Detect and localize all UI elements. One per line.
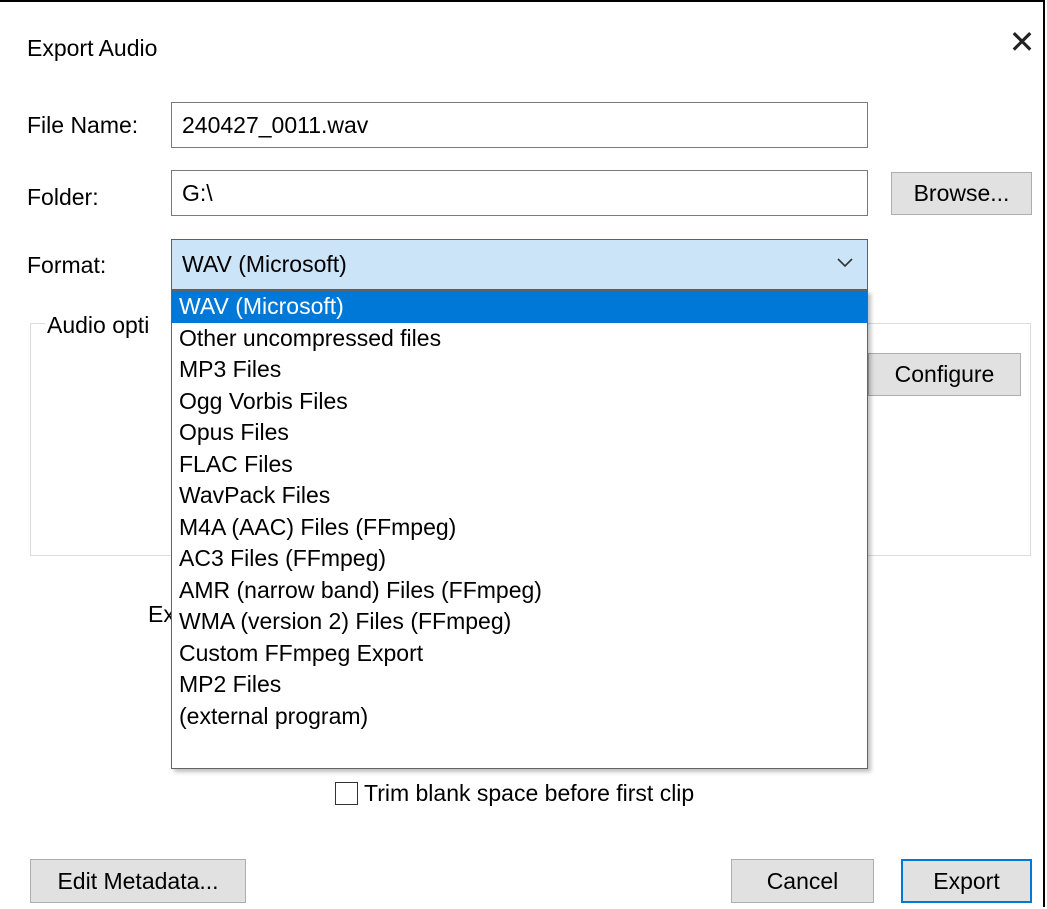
format-option[interactable]: MP3 Files — [172, 354, 867, 386]
format-option[interactable]: M4A (AAC) Files (FFmpeg) — [172, 512, 867, 544]
chevron-down-icon — [837, 258, 853, 268]
format-option[interactable]: Other uncompressed files — [172, 323, 867, 355]
configure-button[interactable]: Configure — [868, 353, 1021, 396]
format-select[interactable]: WAV (Microsoft) — [171, 239, 868, 290]
browse-button[interactable]: Browse... — [891, 172, 1032, 215]
export-button[interactable]: Export — [901, 859, 1032, 903]
format-label: Format: — [27, 252, 107, 278]
format-option[interactable]: WMA (version 2) Files (FFmpeg) — [172, 606, 867, 638]
dialog-title: Export Audio — [27, 35, 158, 61]
format-option[interactable]: Custom FFmpeg Export — [172, 638, 867, 670]
format-option[interactable]: AMR (narrow band) Files (FFmpeg) — [172, 575, 867, 607]
folder-value: G:\ — [182, 179, 213, 206]
audio-options-label: Audio opti — [45, 312, 175, 339]
format-option[interactable]: Opus Files — [172, 417, 867, 449]
format-option[interactable]: Ogg Vorbis Files — [172, 386, 867, 418]
close-icon[interactable]: ✕ — [1004, 24, 1040, 60]
folder-label: Folder: — [27, 184, 99, 210]
file-name-value: 240427_0011.wav — [182, 111, 369, 138]
trim-label: Trim blank space before first clip — [364, 780, 695, 806]
folder-input[interactable]: G:\ — [171, 170, 868, 216]
format-selected-value: WAV (Microsoft) — [182, 251, 347, 277]
format-dropdown-list: WAV (Microsoft) Other uncompressed files… — [171, 290, 868, 769]
format-option[interactable]: MP2 Files — [172, 669, 867, 701]
file-name-label: File Name: — [27, 112, 139, 138]
file-name-input[interactable]: 240427_0011.wav — [171, 102, 868, 148]
format-option[interactable]: WAV (Microsoft) — [172, 291, 867, 323]
trim-option[interactable]: Trim blank space before first clip — [335, 780, 694, 807]
format-option[interactable]: AC3 Files (FFmpeg) — [172, 543, 867, 575]
format-option[interactable]: WavPack Files — [172, 480, 867, 512]
trim-checkbox[interactable] — [335, 782, 358, 805]
edit-metadata-button[interactable]: Edit Metadata... — [30, 859, 246, 903]
format-option[interactable]: FLAC Files — [172, 449, 867, 481]
format-option[interactable]: (external program) — [172, 701, 867, 733]
export-audio-dialog: Export Audio ✕ File Name: 240427_0011.wa… — [0, 0, 1045, 907]
cancel-button[interactable]: Cancel — [731, 859, 874, 903]
